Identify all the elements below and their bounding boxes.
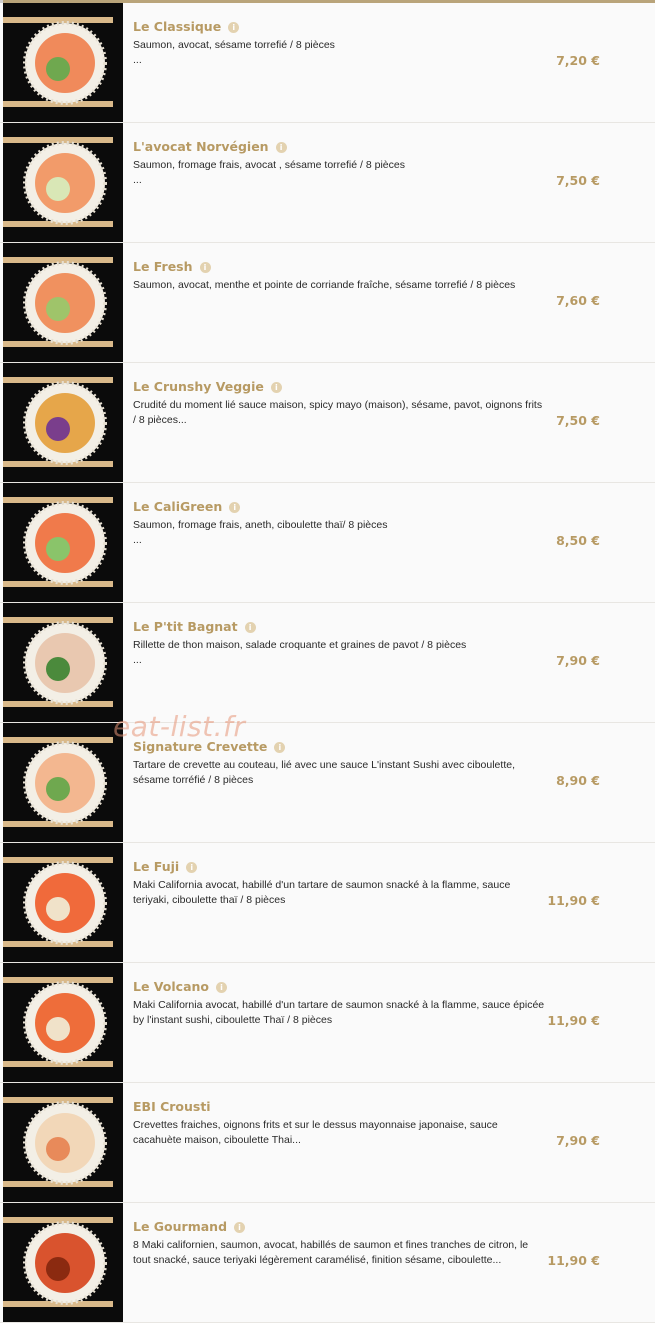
item-description-text: Saumon, avocat, sésame torrefié / 8 pièc… (133, 39, 335, 51)
item-description-text: Crevettes fraiches, oignons frits et sur… (133, 1119, 498, 1146)
item-name-text[interactable]: L'avocat Norvégien (133, 139, 269, 154)
item-price: 7,90 € (556, 653, 600, 668)
item-description-text: Maki California avocat, habillé d'un tar… (133, 999, 545, 1026)
item-name-text[interactable]: EBI Crousti (133, 1099, 211, 1114)
menu-item[interactable]: Signature Crevette i Tartare de crevette a… (0, 723, 655, 843)
info-icon[interactable]: i (199, 262, 211, 273)
sushi-photo (3, 843, 123, 962)
item-name-text[interactable]: Le CaliGreen (133, 499, 222, 514)
info-icon[interactable]: i (270, 382, 282, 393)
item-description: Maki California avocat, habillé d'un tar… (133, 878, 545, 908)
item-price: 7,50 € (556, 413, 600, 428)
info-icon[interactable]: i (228, 22, 240, 33)
item-name[interactable]: Le Fuji i (133, 859, 198, 874)
item-description: Crudité du moment lié sauce maison, spic… (133, 398, 545, 428)
item-name[interactable]: Le Fresh i (133, 259, 211, 274)
item-name[interactable]: Le CaliGreen i (133, 499, 241, 514)
info-icon[interactable]: i (216, 982, 227, 993)
item-description: Rillette de thon maison, salade croquant… (133, 638, 545, 668)
item-description: Crevettes fraiches, oignons frits et sur… (133, 1118, 545, 1148)
item-name[interactable]: L'avocat Norvégien i (133, 139, 287, 154)
item-name-text[interactable]: Le Fuji (133, 859, 179, 874)
item-name-text[interactable]: Le Gourmand (133, 1219, 227, 1234)
item-name-text[interactable]: Le Fresh (133, 259, 193, 274)
sushi-photo (3, 123, 123, 242)
sushi-photo (3, 1083, 123, 1202)
menu-item[interactable]: Le Crunshy Veggie i Crudité du moment lié … (0, 363, 655, 483)
item-description-text: Saumon, fromage frais, aneth, ciboulette… (133, 519, 388, 531)
item-name-text[interactable]: Le Volcano (133, 979, 209, 994)
item-price: 11,90 € (547, 1253, 600, 1268)
sushi-photo (3, 363, 123, 482)
item-description-text: Crudité du moment lié sauce maison, spic… (133, 399, 543, 426)
item-name-text[interactable]: Le P'tit Bagnat (133, 619, 238, 634)
item-description-more: ... (133, 654, 142, 666)
item-price: 8,50 € (556, 533, 600, 548)
sushi-photo (3, 963, 123, 1082)
item-description-more: ... (133, 534, 142, 546)
item-price: 11,90 € (547, 1013, 600, 1028)
item-description-more: ... (133, 174, 142, 186)
watermark: eat-list.fr (113, 710, 246, 743)
item-name[interactable]: Le Volcano i (133, 979, 227, 994)
sushi-photo (3, 603, 123, 722)
info-icon[interactable]: i (244, 622, 256, 633)
item-description: Tartare de crevette au couteau, lié avec… (133, 758, 545, 788)
item-name[interactable]: Le Classique i (133, 19, 240, 34)
info-icon[interactable]: i (229, 502, 241, 513)
item-description: Saumon, fromage frais, aneth, ciboulette… (133, 518, 545, 548)
sushi-photo (3, 1203, 123, 1322)
item-description: Saumon, fromage frais, avocat , sésame t… (133, 158, 545, 188)
info-icon[interactable]: i (275, 142, 287, 153)
item-price: 7,90 € (556, 1133, 600, 1148)
item-description: Saumon, avocat, menthe et pointe de corr… (133, 278, 545, 293)
menu-item[interactable]: Le P'tit Bagnat i Rillette de thon maison,… (0, 603, 655, 723)
menu-item[interactable]: Le Fuji i Maki California avocat, habillé … (0, 843, 655, 963)
info-icon[interactable]: i (234, 1222, 246, 1233)
sushi-photo (3, 3, 123, 122)
item-price: 11,90 € (547, 893, 600, 908)
info-icon[interactable]: i (186, 862, 198, 873)
menu-list: Le Classique i Saumon, avocat, sésame torr… (0, 3, 655, 1323)
item-price: 8,90 € (556, 773, 600, 788)
item-price: 7,60 € (556, 293, 600, 308)
item-description-text: Maki California avocat, habillé d'un tar… (133, 879, 511, 906)
menu-item[interactable]: Le Fresh i Saumon, avocat, menthe et point… (0, 243, 655, 363)
menu-item[interactable]: Le Classique i Saumon, avocat, sésame torr… (0, 3, 655, 123)
sushi-photo (3, 723, 123, 842)
menu-item[interactable]: L'avocat Norvégien i Saumon, fromage frais… (0, 123, 655, 243)
item-description: Saumon, avocat, sésame torrefié / 8 pièc… (133, 38, 545, 68)
item-name[interactable]: Le Crunshy Veggie i (133, 379, 282, 394)
menu-item[interactable]: EBI Crousti Crevettes fraiches, oignons f… (0, 1083, 655, 1203)
item-name[interactable]: Le P'tit Bagnat i (133, 619, 256, 634)
item-name[interactable]: Le Gourmand i (133, 1219, 246, 1234)
item-price: 7,20 € (556, 53, 600, 68)
menu-item[interactable]: Le Gourmand i 8 Maki californien, saumon, … (0, 1203, 655, 1323)
item-description-more: ... (133, 54, 142, 66)
item-name-text[interactable]: Le Crunshy Veggie (133, 379, 264, 394)
item-description: 8 Maki californien, saumon, avocat, habi… (133, 1238, 545, 1268)
item-description-text: Saumon, avocat, menthe et pointe de corr… (133, 279, 516, 291)
sushi-photo (3, 243, 123, 362)
item-description-text: 8 Maki californien, saumon, avocat, habi… (133, 1239, 529, 1266)
item-description-text: Tartare de crevette au couteau, lié avec… (133, 759, 515, 786)
item-description-text: Saumon, fromage frais, avocat , sésame t… (133, 159, 405, 171)
menu-item[interactable]: Le CaliGreen i Saumon, fromage frais, anet… (0, 483, 655, 603)
info-icon[interactable]: i (274, 742, 286, 753)
item-description: Maki California avocat, habillé d'un tar… (133, 998, 545, 1028)
sushi-photo (3, 483, 123, 602)
menu-item[interactable]: Le Volcano i Maki California avocat, habil… (0, 963, 655, 1083)
item-name-text[interactable]: Le Classique (133, 19, 221, 34)
item-description-text: Rillette de thon maison, salade croquant… (133, 639, 467, 651)
item-name[interactable]: EBI Crousti (133, 1099, 211, 1114)
item-price: 7,50 € (556, 173, 600, 188)
